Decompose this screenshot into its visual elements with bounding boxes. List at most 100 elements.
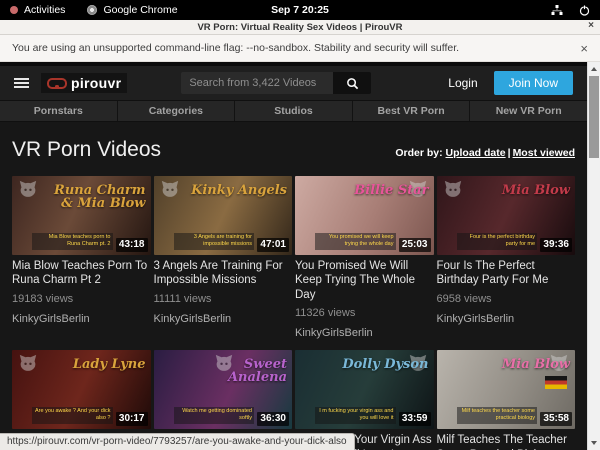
video-card[interactable]: Billie Star You promised we will keep tr…	[295, 176, 434, 340]
video-thumbnail[interactable]: Mia Blow Four is the perfect birthday pa…	[437, 176, 576, 255]
menu-item[interactable]: Categories	[118, 101, 236, 121]
thumbnail-caption: I m fucking your virgin ass and you will…	[315, 407, 395, 424]
thumbnail-performer-name: Sweet Analena	[187, 358, 287, 385]
video-duration-badge: 36:30	[257, 412, 289, 426]
video-views: 11326 views	[295, 307, 434, 319]
video-card[interactable]: Kinky Angels 3 Angels are training for i…	[154, 176, 293, 340]
thumbnail-caption: You promised we will keep trying the who…	[315, 233, 395, 250]
chrome-warning-bar: You are using an unsupported command-lin…	[0, 35, 600, 62]
video-thumbnail[interactable]: Sweet Analena Watch me getting dominated…	[154, 350, 293, 429]
thumbnail-caption: 3 Angels are training for impossible mis…	[174, 233, 254, 250]
system-top-bar: Activities Google Chrome Sep 7 20:25	[0, 0, 600, 20]
studio-cat-logo-icon	[18, 354, 38, 377]
video-duration-badge: 25:03	[399, 238, 431, 252]
thumbnail-performer-name: Runa Charm & Mia Blow	[46, 184, 146, 211]
video-title-link[interactable]: Four Is The Perfect Birthday Party For M…	[437, 259, 576, 288]
video-grid: Runa Charm & Mia Blow Mia Blow teaches p…	[12, 176, 575, 450]
search-icon	[346, 77, 359, 90]
main-content: VR Porn Videos Order by: Upload date|Mos…	[0, 138, 587, 450]
thumbnail-performer-name: Billie Star	[354, 184, 428, 197]
logo-text: pirouvr	[71, 75, 121, 91]
window-title: VR Porn: Virtual Reality Sex Videos | Pi…	[197, 22, 402, 33]
video-title-link[interactable]: 3 Angels Are Training For Impossible Mis…	[154, 259, 293, 288]
video-title-link[interactable]: You Promised We Will Keep Trying The Who…	[295, 259, 434, 302]
scrollbar-thumb[interactable]	[589, 76, 599, 158]
link-preview-status-bar: https://pirouvr.com/vr-porn-video/779325…	[0, 433, 355, 450]
video-duration-badge: 43:18	[116, 238, 148, 252]
video-title-link[interactable]: Milf Teaches The Teacher Some Practical …	[437, 433, 576, 450]
thumbnail-performer-name: Mia Blow	[502, 184, 570, 197]
window-close-icon[interactable]: ×	[588, 20, 594, 31]
video-views: 19183 views	[12, 293, 151, 305]
thumbnail-caption: Are you awake ? And your dick also ?	[32, 407, 112, 424]
activities-label: Activities	[24, 4, 65, 16]
thumbnail-caption: Four is the perfect birthday party for m…	[457, 233, 537, 250]
order-most-viewed-link[interactable]: Most viewed	[513, 147, 575, 159]
join-now-button[interactable]: Join Now	[494, 71, 573, 95]
german-flag-icon	[545, 376, 567, 389]
video-thumbnail[interactable]: Mia Blow Milf teaches the teacher some p…	[437, 350, 576, 429]
video-thumbnail[interactable]: Billie Star You promised we will keep tr…	[295, 176, 434, 255]
video-thumbnail[interactable]: Dolly Dyson I m fucking your virgin ass …	[295, 350, 434, 429]
video-studio-link[interactable]: KinkyGirlsBerlin	[295, 327, 434, 340]
thumbnail-performer-name: Lady Lyne	[73, 358, 146, 371]
video-duration-badge: 33:59	[399, 412, 431, 426]
menu-item[interactable]: New VR Porn	[470, 101, 587, 121]
page-viewport: pirouvr Login Join Now Pornstars Categor…	[0, 62, 587, 450]
studio-cat-logo-icon	[18, 180, 38, 203]
chrome-icon	[87, 5, 97, 15]
thumbnail-performer-name: Mia Blow	[502, 358, 570, 371]
video-thumbnail[interactable]: Lady Lyne Are you awake ? And your dick …	[12, 350, 151, 429]
video-duration-badge: 30:17	[116, 412, 148, 426]
thumbnail-caption: Mia Blow teaches porn to Runa Charm pt. …	[32, 233, 112, 250]
video-studio-link[interactable]: KinkyGirlsBerlin	[154, 313, 293, 326]
video-card[interactable]: Mia Blow Four is the perfect birthday pa…	[437, 176, 576, 340]
main-nav-menu: Pornstars Categories Studios Best VR Por…	[0, 100, 587, 122]
order-upload-date-link[interactable]: Upload date	[446, 147, 506, 159]
site-header: pirouvr Login Join Now	[0, 66, 587, 100]
chrome-app-label: Google Chrome	[103, 4, 177, 16]
warning-close-icon[interactable]: ×	[580, 41, 588, 56]
video-studio-link[interactable]: KinkyGirlsBerlin	[12, 313, 151, 326]
video-duration-badge: 47:01	[257, 238, 289, 252]
page-title: VR Porn Videos	[12, 138, 161, 162]
network-icon[interactable]	[551, 5, 563, 16]
search-bar	[181, 72, 371, 94]
menu-item[interactable]: Pornstars	[0, 101, 118, 121]
order-by-label: Order by:	[395, 147, 442, 159]
chrome-app-menu[interactable]: Google Chrome	[87, 4, 177, 16]
video-duration-badge: 39:36	[540, 238, 572, 252]
scrollbar[interactable]	[587, 62, 600, 450]
window-title-bar: VR Porn: Virtual Reality Sex Videos | Pi…	[0, 20, 600, 35]
search-input[interactable]	[181, 72, 333, 94]
power-icon[interactable]	[579, 5, 590, 16]
menu-item[interactable]: Best VR Porn	[353, 101, 471, 121]
studio-cat-logo-icon	[160, 180, 180, 203]
vr-goggles-icon	[47, 78, 67, 89]
video-thumbnail[interactable]: Kinky Angels 3 Angels are training for i…	[154, 176, 293, 255]
thumbnail-caption: Milf teaches the teacher some practical …	[457, 407, 537, 424]
order-by-controls: Order by: Upload date|Most viewed	[395, 147, 575, 159]
scrollbar-down-arrow-icon[interactable]	[588, 437, 600, 449]
login-link[interactable]: Login	[448, 76, 477, 90]
video-title-link[interactable]: Mia Blow Teaches Porn To Runa Charm Pt 2	[12, 259, 151, 288]
video-card[interactable]: Runa Charm & Mia Blow Mia Blow teaches p…	[12, 176, 151, 340]
thumbnail-caption: Watch me getting dominated softly	[174, 407, 254, 424]
video-views: 11111 views	[154, 293, 293, 305]
menu-item[interactable]: Studios	[235, 101, 353, 121]
video-studio-link[interactable]: KinkyGirlsBerlin	[437, 313, 576, 326]
video-thumbnail[interactable]: Runa Charm & Mia Blow Mia Blow teaches p…	[12, 176, 151, 255]
site-logo[interactable]: pirouvr	[41, 73, 127, 93]
scrollbar-up-arrow-icon[interactable]	[588, 63, 600, 75]
activities-button[interactable]: Activities	[10, 4, 65, 16]
search-button[interactable]	[333, 72, 371, 94]
studio-cat-logo-icon	[443, 180, 463, 203]
video-card[interactable]: Mia Blow Milf teaches the teacher some p…	[437, 350, 576, 450]
thumbnail-performer-name: Dolly Dyson	[342, 358, 428, 371]
hamburger-menu-icon[interactable]	[14, 78, 29, 88]
order-separator: |	[508, 147, 511, 159]
activities-indicator-icon	[10, 6, 18, 14]
video-duration-badge: 35:58	[540, 412, 572, 426]
warning-message: You are using an unsupported command-lin…	[12, 42, 459, 54]
video-views: 6958 views	[437, 293, 576, 305]
